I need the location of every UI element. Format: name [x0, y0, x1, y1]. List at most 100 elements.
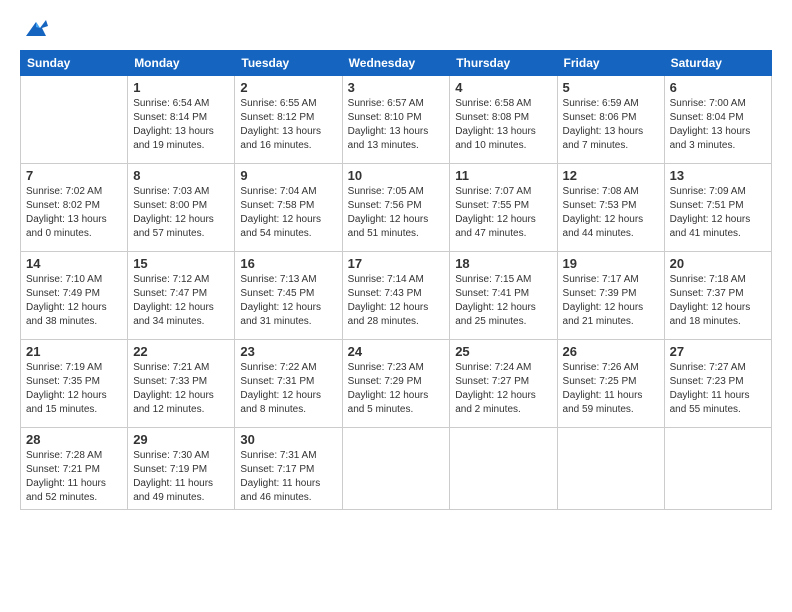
calendar-cell: 7 Sunrise: 7:02 AM Sunset: 8:02 PM Daylig…	[21, 164, 128, 252]
day-number: 16	[240, 256, 336, 271]
day-number: 12	[563, 168, 659, 183]
day-number: 22	[133, 344, 229, 359]
calendar-week-row: 1 Sunrise: 6:54 AM Sunset: 8:14 PM Daylig…	[21, 76, 772, 164]
day-number: 18	[455, 256, 551, 271]
day-number: 23	[240, 344, 336, 359]
cell-content: Sunrise: 7:04 AM Sunset: 7:58 PM Dayligh…	[240, 185, 336, 241]
day-number: 11	[455, 168, 551, 183]
day-number: 7	[26, 168, 122, 183]
cell-content: Sunrise: 7:10 AM Sunset: 7:49 PM Dayligh…	[26, 273, 122, 329]
calendar-cell: 11 Sunrise: 7:07 AM Sunset: 7:55 PM Dayli…	[450, 164, 557, 252]
day-number: 1	[133, 80, 229, 95]
day-number: 30	[240, 432, 336, 447]
cell-content: Sunrise: 7:02 AM Sunset: 8:02 PM Dayligh…	[26, 185, 122, 241]
calendar-cell: 4 Sunrise: 6:58 AM Sunset: 8:08 PM Daylig…	[450, 76, 557, 164]
cell-content: Sunrise: 7:15 AM Sunset: 7:41 PM Dayligh…	[455, 273, 551, 329]
calendar-cell: 19 Sunrise: 7:17 AM Sunset: 7:39 PM Dayli…	[557, 252, 664, 340]
cell-content: Sunrise: 7:08 AM Sunset: 7:53 PM Dayligh…	[563, 185, 659, 241]
header	[20, 18, 772, 40]
calendar-cell: 28 Sunrise: 7:28 AM Sunset: 7:21 PM Dayli…	[21, 428, 128, 510]
calendar-week-row: 14 Sunrise: 7:10 AM Sunset: 7:49 PM Dayli…	[21, 252, 772, 340]
day-number: 20	[670, 256, 766, 271]
calendar-cell: 3Sunrise: 6:57 AM Sunset: 8:10 PM Daylig…	[342, 76, 450, 164]
day-number: 28	[26, 432, 122, 447]
day-number: 17	[348, 256, 445, 271]
calendar-cell: 9 Sunrise: 7:04 AM Sunset: 7:58 PM Daylig…	[235, 164, 342, 252]
calendar-cell: 29Sunrise: 7:30 AM Sunset: 7:19 PM Dayli…	[128, 428, 235, 510]
cell-content: Sunrise: 6:57 AM Sunset: 8:10 PM Dayligh…	[348, 97, 445, 153]
cell-content: Sunrise: 7:07 AM Sunset: 7:55 PM Dayligh…	[455, 185, 551, 241]
page: SundayMondayTuesdayWednesdayThursdayFrid…	[0, 0, 792, 612]
calendar-header-friday: Friday	[557, 51, 664, 76]
day-number: 10	[348, 168, 445, 183]
calendar-header-tuesday: Tuesday	[235, 51, 342, 76]
calendar-cell: 18 Sunrise: 7:15 AM Sunset: 7:41 PM Dayli…	[450, 252, 557, 340]
cell-content: Sunrise: 7:09 AM Sunset: 7:51 PM Dayligh…	[670, 185, 766, 241]
cell-content: Sunrise: 7:12 AM Sunset: 7:47 PM Dayligh…	[133, 273, 229, 329]
day-number: 2	[240, 80, 336, 95]
calendar-cell: 5 Sunrise: 6:59 AM Sunset: 8:06 PM Daylig…	[557, 76, 664, 164]
day-number: 15	[133, 256, 229, 271]
cell-content: Sunrise: 7:21 AM Sunset: 7:33 PM Dayligh…	[133, 361, 229, 417]
day-number: 4	[455, 80, 551, 95]
calendar-cell	[450, 428, 557, 510]
calendar-cell: 12 Sunrise: 7:08 AM Sunset: 7:53 PM Dayli…	[557, 164, 664, 252]
day-number: 9	[240, 168, 336, 183]
calendar-cell: 1 Sunrise: 6:54 AM Sunset: 8:14 PM Daylig…	[128, 76, 235, 164]
calendar-table: SundayMondayTuesdayWednesdayThursdayFrid…	[20, 50, 772, 510]
cell-content: Sunrise: 7:31 AM Sunset: 7:17 PM Dayligh…	[240, 449, 336, 505]
calendar-cell: 20 Sunrise: 7:18 AM Sunset: 7:37 PM Dayli…	[664, 252, 771, 340]
calendar-week-row: 28 Sunrise: 7:28 AM Sunset: 7:21 PM Dayli…	[21, 428, 772, 510]
calendar-cell	[664, 428, 771, 510]
cell-content: Sunrise: 7:13 AM Sunset: 7:45 PM Dayligh…	[240, 273, 336, 329]
calendar-cell: 30 Sunrise: 7:31 AM Sunset: 7:17 PM Dayli…	[235, 428, 342, 510]
calendar-cell: 26 Sunrise: 7:26 AM Sunset: 7:25 PM Dayli…	[557, 340, 664, 428]
calendar-header-row: SundayMondayTuesdayWednesdayThursdayFrid…	[21, 51, 772, 76]
cell-content: Sunrise: 7:24 AM Sunset: 7:27 PM Dayligh…	[455, 361, 551, 417]
calendar-cell: 24Sunrise: 7:23 AM Sunset: 7:29 PM Dayli…	[342, 340, 450, 428]
logo-bird-icon	[22, 18, 50, 40]
cell-content: Sunrise: 6:54 AM Sunset: 8:14 PM Dayligh…	[133, 97, 229, 153]
cell-content: Sunrise: 6:55 AM Sunset: 8:12 PM Dayligh…	[240, 97, 336, 153]
day-number: 25	[455, 344, 551, 359]
calendar-cell: 6 Sunrise: 7:00 AM Sunset: 8:04 PM Daylig…	[664, 76, 771, 164]
day-number: 8	[133, 168, 229, 183]
cell-content: Sunrise: 7:23 AM Sunset: 7:29 PM Dayligh…	[348, 361, 445, 417]
calendar-cell	[557, 428, 664, 510]
day-number: 27	[670, 344, 766, 359]
cell-content: Sunrise: 6:58 AM Sunset: 8:08 PM Dayligh…	[455, 97, 551, 153]
cell-content: Sunrise: 7:00 AM Sunset: 8:04 PM Dayligh…	[670, 97, 766, 153]
cell-content: Sunrise: 7:17 AM Sunset: 7:39 PM Dayligh…	[563, 273, 659, 329]
calendar-cell: 21 Sunrise: 7:19 AM Sunset: 7:35 PM Dayli…	[21, 340, 128, 428]
day-number: 6	[670, 80, 766, 95]
logo	[20, 18, 50, 40]
cell-content: Sunrise: 6:59 AM Sunset: 8:06 PM Dayligh…	[563, 97, 659, 153]
calendar-cell: 13Sunrise: 7:09 AM Sunset: 7:51 PM Dayli…	[664, 164, 771, 252]
calendar-cell: 15 Sunrise: 7:12 AM Sunset: 7:47 PM Dayli…	[128, 252, 235, 340]
cell-content: Sunrise: 7:26 AM Sunset: 7:25 PM Dayligh…	[563, 361, 659, 417]
calendar-header-saturday: Saturday	[664, 51, 771, 76]
day-number: 19	[563, 256, 659, 271]
cell-content: Sunrise: 7:19 AM Sunset: 7:35 PM Dayligh…	[26, 361, 122, 417]
cell-content: Sunrise: 7:28 AM Sunset: 7:21 PM Dayligh…	[26, 449, 122, 505]
calendar-header-thursday: Thursday	[450, 51, 557, 76]
cell-content: Sunrise: 7:14 AM Sunset: 7:43 PM Dayligh…	[348, 273, 445, 329]
calendar-cell: 25 Sunrise: 7:24 AM Sunset: 7:27 PM Dayli…	[450, 340, 557, 428]
cell-content: Sunrise: 7:18 AM Sunset: 7:37 PM Dayligh…	[670, 273, 766, 329]
day-number: 26	[563, 344, 659, 359]
calendar-cell: 10 Sunrise: 7:05 AM Sunset: 7:56 PM Dayli…	[342, 164, 450, 252]
cell-content: Sunrise: 7:05 AM Sunset: 7:56 PM Dayligh…	[348, 185, 445, 241]
day-number: 14	[26, 256, 122, 271]
cell-content: Sunrise: 7:22 AM Sunset: 7:31 PM Dayligh…	[240, 361, 336, 417]
cell-content: Sunrise: 7:30 AM Sunset: 7:19 PM Dayligh…	[133, 449, 229, 505]
cell-content: Sunrise: 7:27 AM Sunset: 7:23 PM Dayligh…	[670, 361, 766, 417]
calendar-week-row: 7 Sunrise: 7:02 AM Sunset: 8:02 PM Daylig…	[21, 164, 772, 252]
calendar-cell: 16 Sunrise: 7:13 AM Sunset: 7:45 PM Dayli…	[235, 252, 342, 340]
calendar-cell: 17 Sunrise: 7:14 AM Sunset: 7:43 PM Dayli…	[342, 252, 450, 340]
day-number: 21	[26, 344, 122, 359]
calendar-header-wednesday: Wednesday	[342, 51, 450, 76]
day-number: 5	[563, 80, 659, 95]
calendar-cell: 8 Sunrise: 7:03 AM Sunset: 8:00 PM Daylig…	[128, 164, 235, 252]
calendar-week-row: 21 Sunrise: 7:19 AM Sunset: 7:35 PM Dayli…	[21, 340, 772, 428]
cell-content: Sunrise: 7:03 AM Sunset: 8:00 PM Dayligh…	[133, 185, 229, 241]
